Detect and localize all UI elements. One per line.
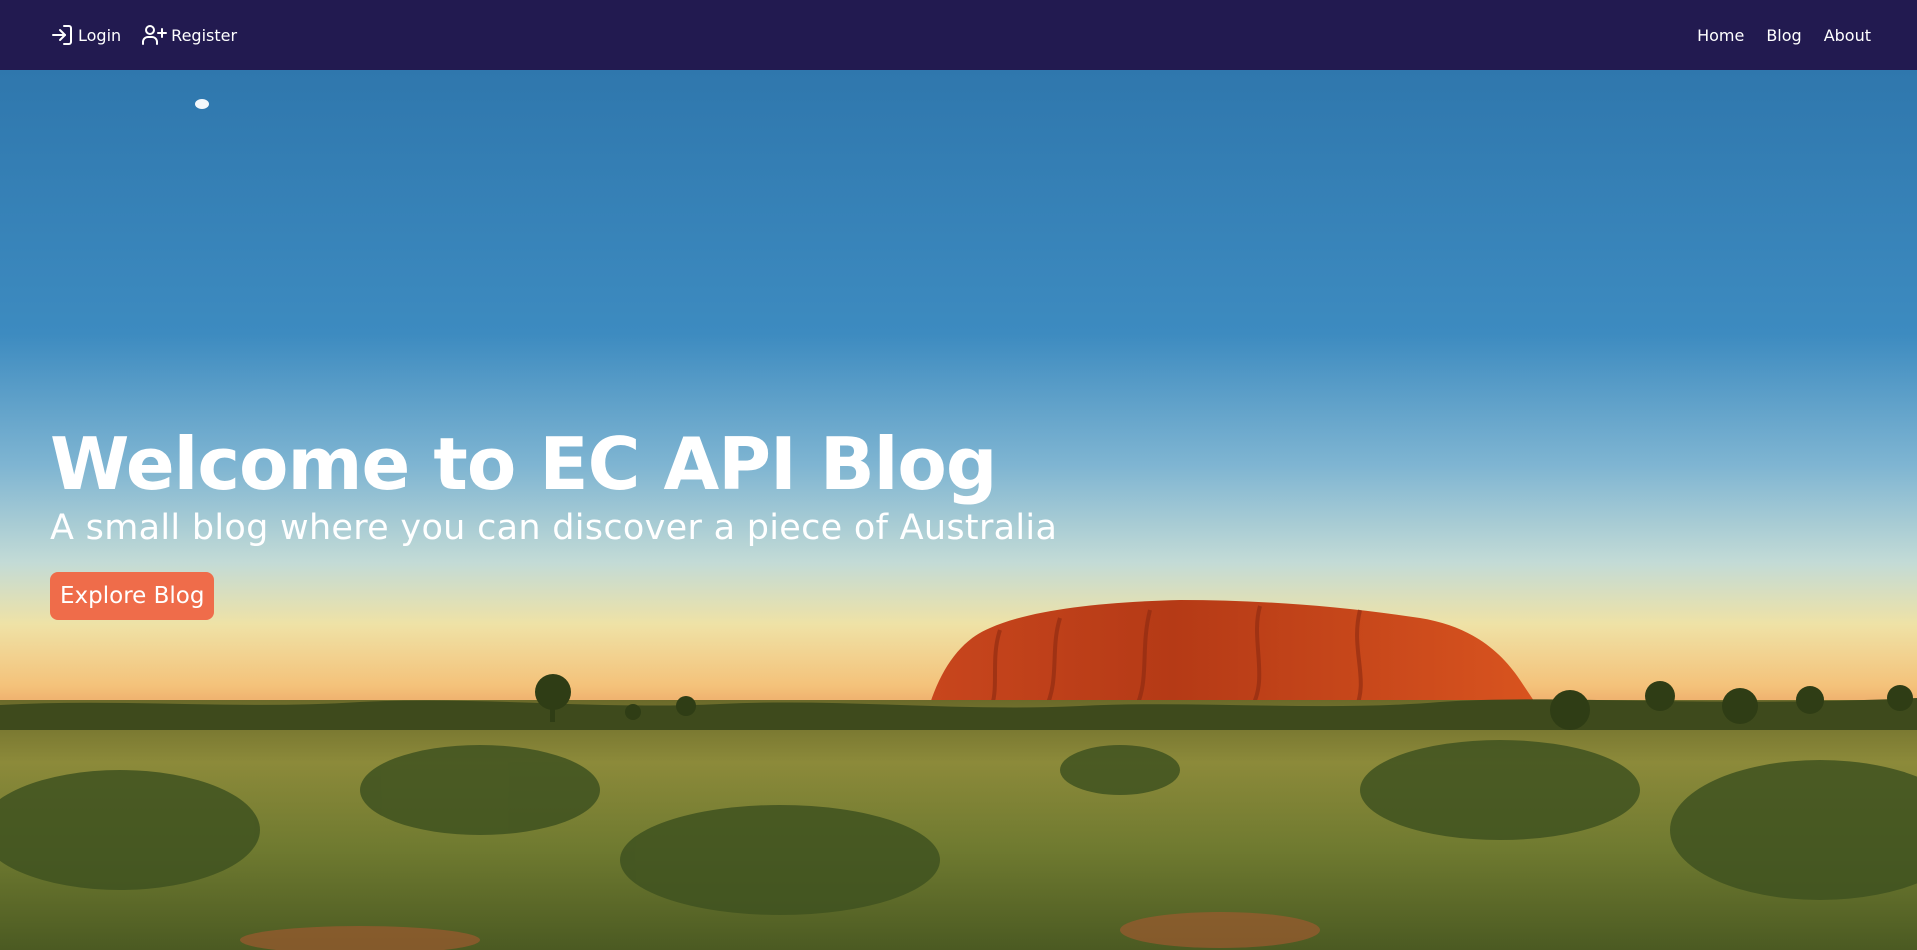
register-link[interactable]: Register — [141, 23, 237, 47]
hero-section: Welcome to EC API Blog A small blog wher… — [0, 70, 1917, 950]
hero-title: Welcome to EC API Blog — [50, 422, 997, 506]
nav-blog[interactable]: Blog — [1766, 26, 1801, 45]
hero-content: Welcome to EC API Blog A small blog wher… — [50, 422, 1057, 620]
main-nav: Home Blog About — [1675, 26, 1871, 45]
login-link[interactable]: Login — [50, 23, 121, 47]
login-label: Login — [78, 25, 122, 45]
login-icon — [52, 25, 72, 45]
hero-subtitle: A small blog where you can discover a pi… — [50, 508, 1058, 548]
nav-about[interactable]: About — [1824, 26, 1871, 45]
user-plus-icon — [142, 25, 168, 45]
register-label: Register — [171, 25, 238, 45]
top-navbar: Login Register Home Blog About — [0, 0, 1917, 70]
nav-home[interactable]: Home — [1697, 26, 1744, 45]
auth-links: Login Register — [50, 23, 257, 47]
explore-blog-button[interactable]: Explore Blog — [50, 572, 215, 620]
